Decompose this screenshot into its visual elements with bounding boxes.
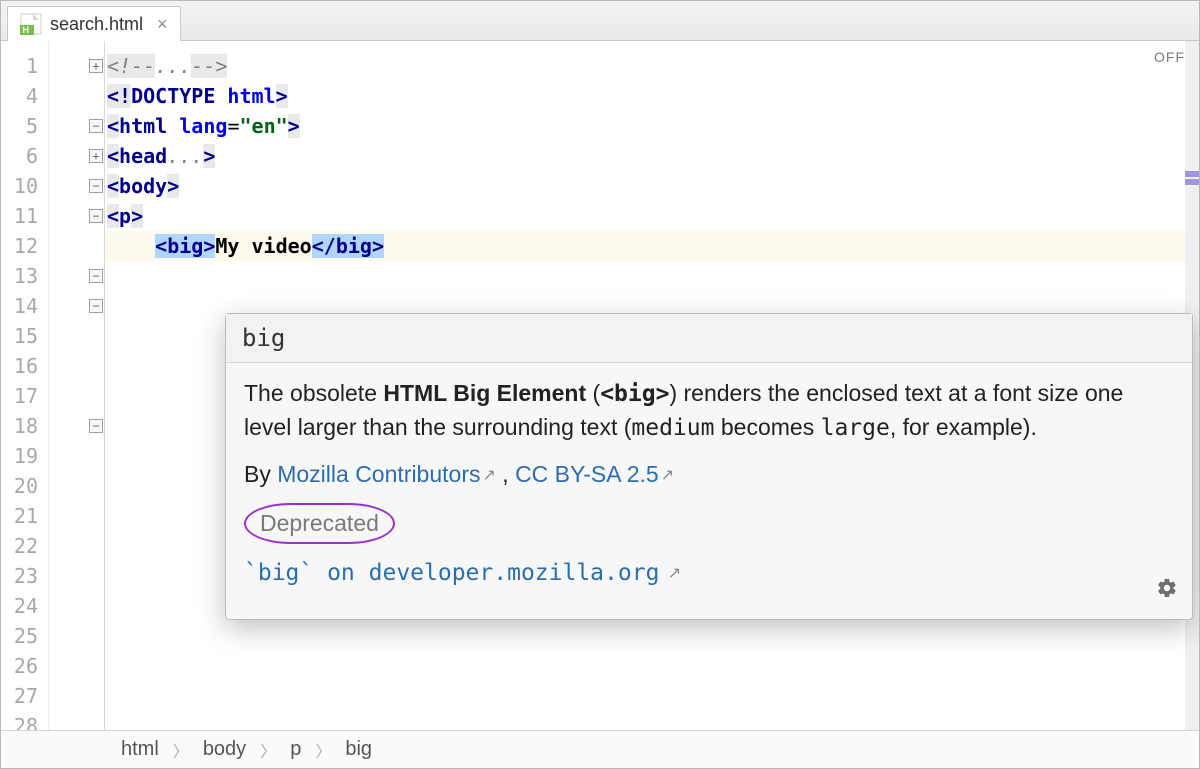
code-line: <head...>: [105, 141, 1199, 171]
fold-toggle-icon[interactable]: −: [89, 269, 103, 283]
documentation-popup: big The obsolete HTML Big Element (<big>…: [225, 313, 1193, 620]
line-number: 24: [1, 591, 48, 621]
tab-bar: H search.html ×: [1, 1, 1199, 41]
line-number: 11: [1, 201, 48, 231]
chevron-right-icon: 〉: [315, 738, 331, 762]
breadcrumb-item[interactable]: p: [290, 738, 301, 761]
line-number: 1: [1, 51, 48, 81]
mozilla-contributors-link[interactable]: Mozilla Contributors: [277, 461, 480, 487]
line-number: 28: [1, 711, 48, 730]
breadcrumb-item[interactable]: html: [121, 738, 159, 761]
doc-byline: By Mozilla Contributors↗ , CC BY-SA 2.5↗: [244, 458, 1174, 491]
line-number: 26: [1, 651, 48, 681]
fold-toggle-icon[interactable]: +: [89, 59, 103, 73]
external-link-icon: ↗: [668, 565, 681, 582]
code-line: <!--...-->: [105, 51, 1199, 81]
tab-label: search.html: [50, 14, 143, 35]
line-number: 20: [1, 471, 48, 501]
html-file-icon: H: [20, 13, 42, 35]
line-number: 22: [1, 531, 48, 561]
breadcrumb: html 〉 body 〉 p 〉 big: [1, 730, 1199, 768]
line-number: 5: [1, 111, 48, 141]
line-number: 12: [1, 231, 48, 261]
fold-toggle-icon[interactable]: −: [89, 299, 103, 313]
code-line: <html lang="en">: [105, 111, 1199, 141]
line-number: 18: [1, 411, 48, 441]
line-number: 14: [1, 291, 48, 321]
fold-toggle-icon[interactable]: +: [89, 149, 103, 163]
line-number: 17: [1, 381, 48, 411]
fold-toggle-icon[interactable]: −: [89, 179, 103, 193]
line-number: 23: [1, 561, 48, 591]
line-number: 13: [1, 261, 48, 291]
line-number: 27: [1, 681, 48, 711]
line-number: 15: [1, 321, 48, 351]
line-number: 6: [1, 141, 48, 171]
line-number: 21: [1, 501, 48, 531]
deprecated-badge: Deprecated: [244, 503, 395, 544]
chevron-right-icon: 〉: [173, 738, 189, 762]
close-icon[interactable]: ×: [157, 14, 168, 35]
code-line: <p>: [105, 201, 1199, 231]
fold-gutter: + − + − − − − −: [49, 41, 105, 730]
code-content[interactable]: <!--...--> <!DOCTYPE html> <html lang="e…: [105, 41, 1199, 730]
scrollbar-marker[interactable]: [1185, 171, 1199, 177]
doc-description: The obsolete HTML Big Element (<big>) re…: [244, 377, 1174, 446]
external-link-icon: ↗: [661, 467, 674, 484]
line-number: 16: [1, 351, 48, 381]
code-line: <body>: [105, 171, 1199, 201]
editor-window: H search.html × 1 4 5 6 10 11 12 13 14 1…: [0, 0, 1200, 769]
license-link[interactable]: CC BY-SA 2.5: [515, 461, 659, 487]
code-line-current: <big>My video</big>: [105, 231, 1199, 261]
doc-popup-title: big: [226, 314, 1192, 363]
gear-icon[interactable]: [1156, 575, 1178, 608]
fold-toggle-icon[interactable]: −: [89, 119, 103, 133]
doc-popup-body: The obsolete HTML Big Element (<big>) re…: [226, 363, 1192, 619]
line-number: 10: [1, 171, 48, 201]
file-tab[interactable]: H search.html ×: [7, 6, 181, 41]
fold-toggle-icon[interactable]: −: [89, 419, 103, 433]
code-line: <!DOCTYPE html>: [105, 81, 1199, 111]
editor-area[interactable]: 1 4 5 6 10 11 12 13 14 15 16 17 18 19 20…: [1, 41, 1199, 730]
fold-toggle-icon[interactable]: −: [89, 209, 103, 223]
line-number: 19: [1, 441, 48, 471]
breadcrumb-item[interactable]: big: [345, 738, 372, 761]
line-number-gutter: 1 4 5 6 10 11 12 13 14 15 16 17 18 19 20…: [1, 41, 49, 730]
inspections-off-badge[interactable]: OFF: [1154, 49, 1185, 65]
external-link-icon: ↗: [482, 467, 495, 484]
breadcrumb-item[interactable]: body: [203, 738, 246, 761]
line-number: 4: [1, 81, 48, 111]
scrollbar-marker[interactable]: [1185, 179, 1199, 185]
mdn-link[interactable]: `big` on developer.mozilla.org: [244, 560, 659, 586]
svg-text:H: H: [23, 25, 30, 35]
chevron-right-icon: 〉: [260, 738, 276, 762]
line-number: 25: [1, 621, 48, 651]
